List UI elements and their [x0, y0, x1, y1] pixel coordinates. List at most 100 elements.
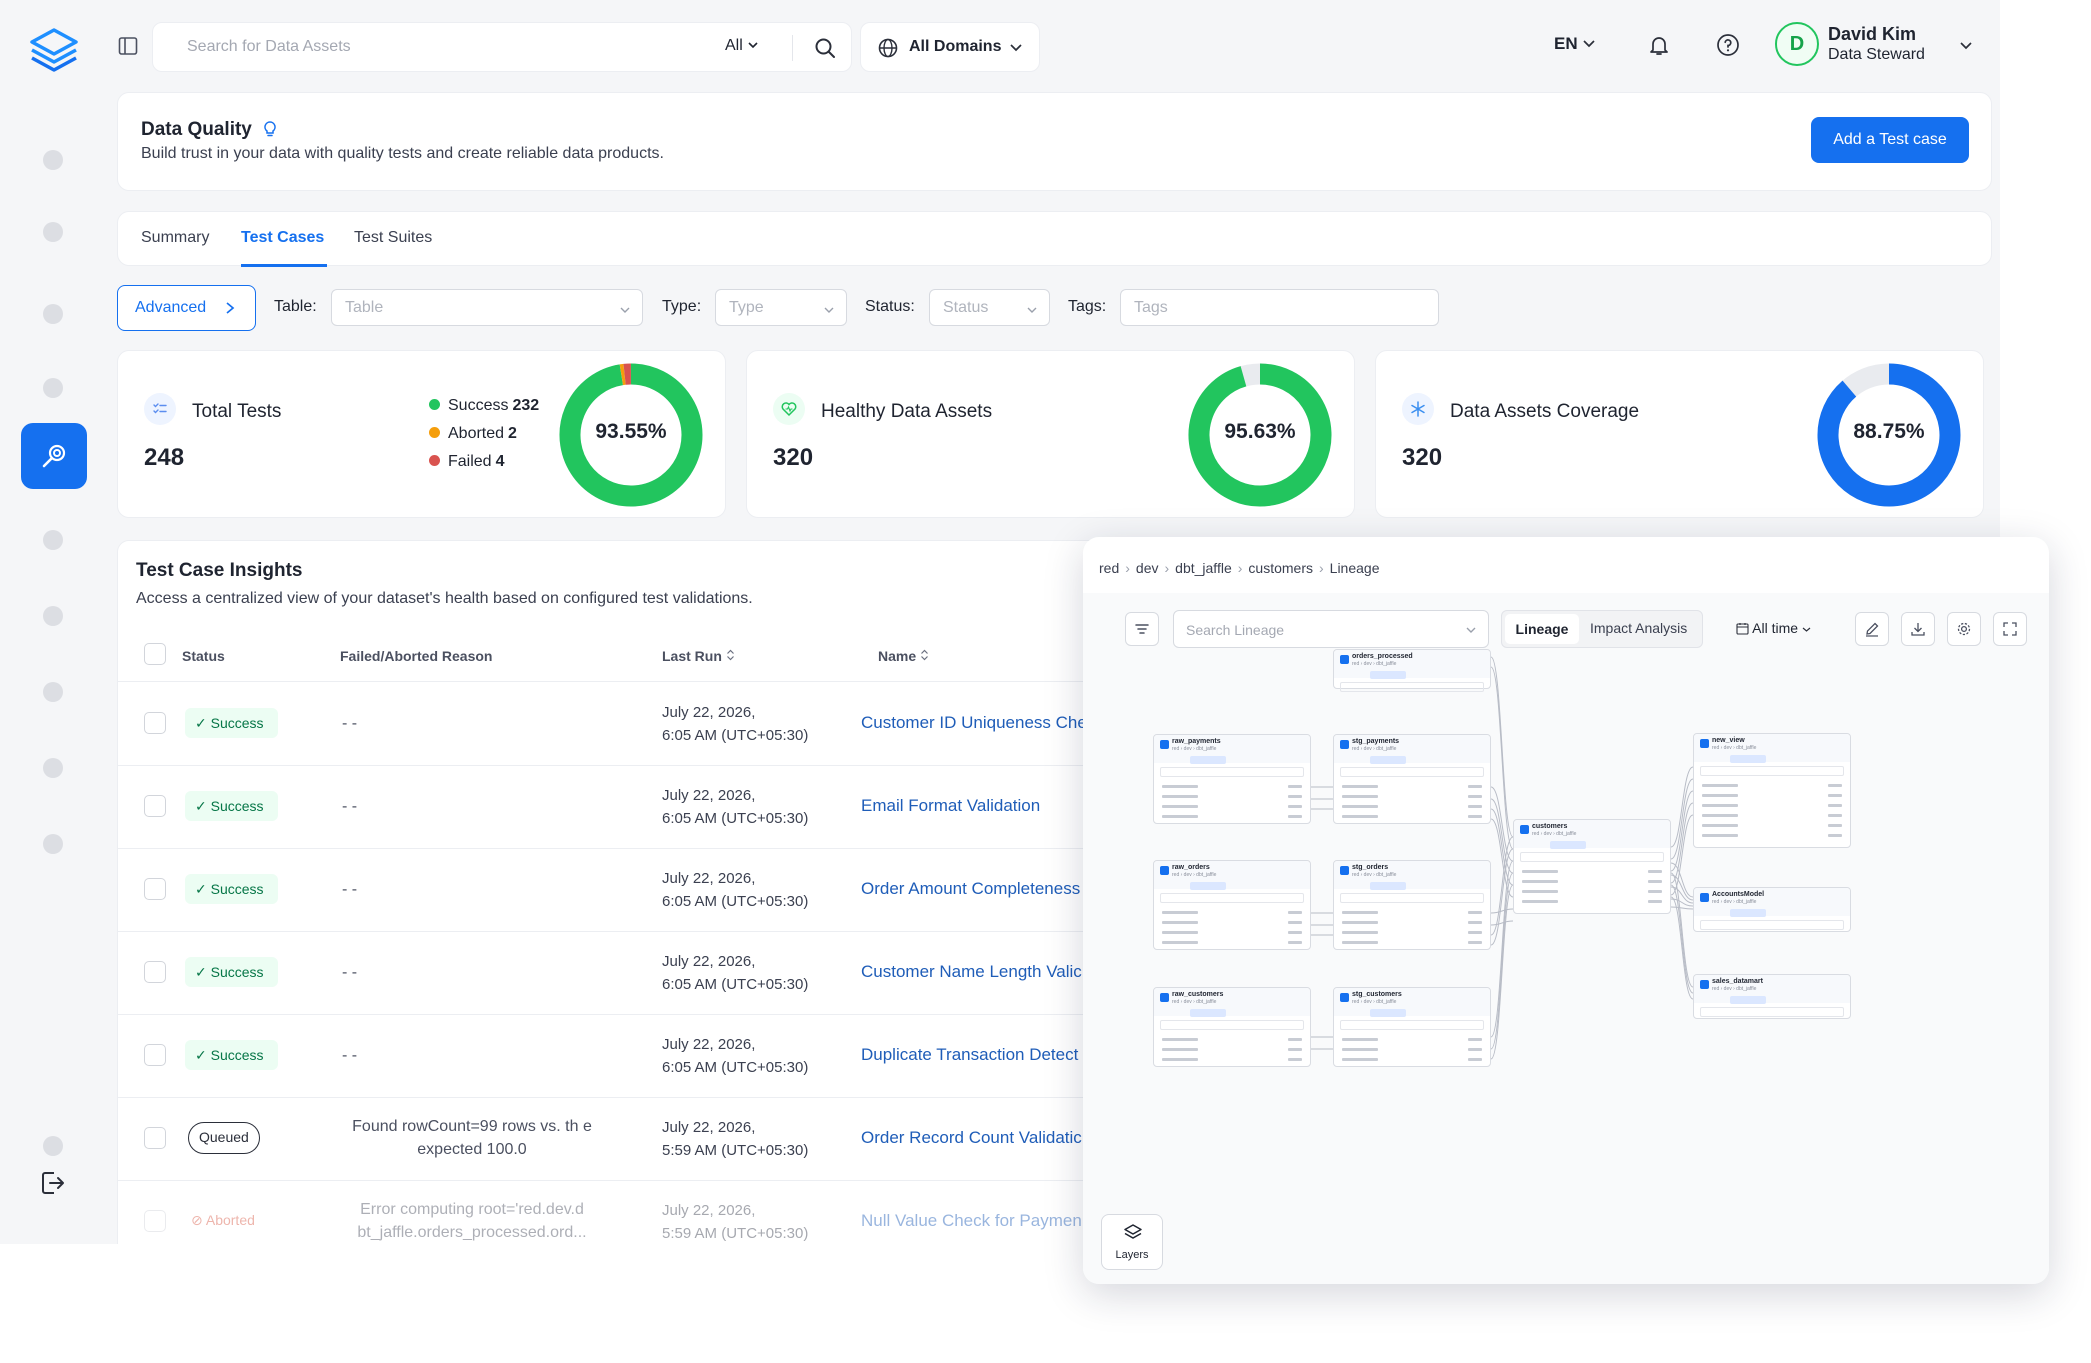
- nav-item-domains[interactable]: [43, 606, 63, 626]
- nav-item-observability[interactable]: [43, 304, 63, 324]
- logout-icon[interactable]: [37, 1168, 67, 1198]
- nav-item-insights[interactable]: [43, 378, 63, 398]
- lineage-node[interactable]: new_view red › dev › dbt_jaffle: [1693, 733, 1851, 848]
- table-filter-select[interactable]: Table: [331, 289, 643, 326]
- nav-item-glossary[interactable]: [43, 758, 63, 778]
- column-row: [1342, 795, 1482, 798]
- sidebar-toggle-icon[interactable]: [118, 36, 138, 56]
- table-row[interactable]: ✓ Success - - July 22, 2026, 6:05 AM (UTC…: [118, 1015, 1246, 1098]
- global-search[interactable]: Search for Data Assets All: [152, 22, 852, 72]
- column-name[interactable]: Name: [878, 648, 929, 664]
- column-last-run[interactable]: Last Run: [662, 648, 735, 664]
- table-row[interactable]: ✓ Success - - July 22, 2026, 6:05 AM (UTC…: [118, 683, 1246, 766]
- failure-reason: - -: [342, 964, 358, 981]
- row-checkbox[interactable]: [144, 1210, 166, 1232]
- lineage-node[interactable]: sales_datamart red › dev › dbt_jaffle: [1693, 974, 1851, 1019]
- test-name-link[interactable]: Customer Name Length Valic: [861, 962, 1082, 982]
- tab-test-suites[interactable]: Test Suites: [354, 229, 432, 247]
- type-placeholder: Type: [729, 299, 764, 316]
- layers-button[interactable]: Layers: [1101, 1214, 1163, 1270]
- table-icon: [1160, 866, 1169, 875]
- lineage-node[interactable]: raw_customers red › dev › dbt_jaffle: [1153, 987, 1311, 1067]
- nav-item-settings[interactable]: [43, 1136, 63, 1156]
- row-checkbox[interactable]: [144, 795, 166, 817]
- row-checkbox[interactable]: [144, 712, 166, 734]
- node-search[interactable]: [1340, 1020, 1484, 1030]
- lineage-node[interactable]: stg_payments red › dev › dbt_jaffle: [1333, 734, 1491, 824]
- node-search[interactable]: [1700, 920, 1844, 930]
- test-name-link[interactable]: Email Format Validation: [861, 796, 1040, 816]
- row-checkbox[interactable]: [144, 1127, 166, 1149]
- status-text: Success: [210, 798, 264, 814]
- node-search[interactable]: [1700, 1007, 1844, 1017]
- select-all-checkbox[interactable]: [144, 643, 166, 665]
- row-checkbox[interactable]: [144, 878, 166, 900]
- add-test-case-button[interactable]: Add a Test case: [1811, 117, 1969, 163]
- node-search[interactable]: [1700, 766, 1844, 776]
- lineage-node[interactable]: customers red › dev › dbt_jaffle: [1513, 819, 1671, 914]
- domains-label: All Domains: [909, 38, 1002, 55]
- lightbulb-icon[interactable]: [261, 120, 279, 138]
- advanced-filter-button[interactable]: Advanced: [117, 285, 256, 331]
- search-input[interactable]: Search for Data Assets: [187, 38, 351, 56]
- tags-placeholder: Tags: [1134, 299, 1168, 316]
- node-search[interactable]: [1520, 852, 1664, 862]
- lineage-node[interactable]: AccountsModel red › dev › dbt_jaffle: [1693, 887, 1851, 932]
- table-icon: [1340, 866, 1349, 875]
- nav-item-lineage[interactable]: [43, 222, 63, 242]
- test-name-link[interactable]: Customer ID Uniqueness Che: [861, 713, 1087, 733]
- node-search[interactable]: [1160, 1020, 1304, 1030]
- nav-item-governance[interactable]: [43, 682, 63, 702]
- column-row: [1342, 1058, 1482, 1061]
- lineage-node[interactable]: raw_payments red › dev › dbt_jaffle: [1153, 734, 1311, 824]
- column-reason[interactable]: Failed/Aborted Reason: [340, 648, 492, 664]
- nav-item-incidents[interactable]: [43, 530, 63, 550]
- nav-item-tags[interactable]: [43, 834, 63, 854]
- lineage-node[interactable]: stg_customers red › dev › dbt_jaffle: [1333, 987, 1491, 1067]
- avatar[interactable]: D: [1775, 22, 1819, 66]
- type-filter-label: Type:: [662, 298, 702, 315]
- domains-dropdown[interactable]: All Domains: [860, 22, 1040, 72]
- last-run: July 22, 2026, 5:59 AM (UTC+05:30): [662, 1199, 808, 1244]
- advanced-label: Advanced: [135, 299, 207, 316]
- nav-item-explore[interactable]: [43, 150, 63, 170]
- test-name-link[interactable]: Null Value Check for Paymen: [861, 1211, 1082, 1231]
- row-checkbox[interactable]: [144, 1044, 166, 1066]
- chevron-down-icon[interactable]: [1958, 38, 1974, 54]
- tags-filter-input[interactable]: Tags: [1120, 289, 1439, 326]
- test-name-link[interactable]: Order Amount Completeness: [861, 879, 1080, 899]
- search-scope-dropdown[interactable]: All: [725, 37, 759, 55]
- table-row[interactable]: ✓ Success - - July 22, 2026, 6:05 AM (UTC…: [118, 849, 1246, 932]
- tab-summary[interactable]: Summary: [141, 229, 209, 247]
- table-row[interactable]: ✓ Success - - July 22, 2026, 6:05 AM (UTC…: [118, 766, 1246, 849]
- search-icon[interactable]: [813, 36, 837, 60]
- node-search[interactable]: [1340, 893, 1484, 903]
- row-checkbox[interactable]: [144, 961, 166, 983]
- table-row[interactable]: Queued Found rowCount=99 rows vs. th e e…: [118, 1098, 1246, 1181]
- type-filter-select[interactable]: Type: [715, 289, 847, 326]
- lineage-node[interactable]: stg_orders red › dev › dbt_jaffle: [1333, 860, 1491, 950]
- lineage-node[interactable]: raw_orders red › dev › dbt_jaffle: [1153, 860, 1311, 950]
- nav-item-data-quality[interactable]: [21, 423, 87, 489]
- test-name-link[interactable]: Duplicate Transaction Detect: [861, 1045, 1078, 1065]
- column-status[interactable]: Status: [182, 648, 225, 664]
- test-name-link[interactable]: Order Record Count Validatic: [861, 1128, 1082, 1148]
- node-search[interactable]: [1160, 893, 1304, 903]
- legend-dot: [429, 427, 440, 438]
- node-search[interactable]: [1340, 682, 1484, 692]
- status-filter-select[interactable]: Status: [929, 289, 1050, 326]
- column-row: [1522, 870, 1662, 873]
- lineage-node[interactable]: orders_processed red › dev › dbt_jaffle: [1333, 649, 1491, 692]
- bell-icon[interactable]: [1647, 33, 1671, 57]
- app-logo[interactable]: [26, 24, 82, 80]
- table-row[interactable]: ✓ Success - - July 22, 2026, 6:05 AM (UTC…: [118, 932, 1246, 1015]
- column-row: [1342, 1038, 1482, 1041]
- tab-test-cases[interactable]: Test Cases: [241, 229, 324, 247]
- language-selector[interactable]: EN: [1554, 34, 1596, 54]
- column-row: [1162, 941, 1302, 944]
- failure-reason: - -: [342, 798, 358, 815]
- help-icon[interactable]: [1716, 33, 1740, 57]
- table-row[interactable]: ⊘ Aborted Error computing root='red.dev.…: [118, 1181, 1246, 1244]
- node-search[interactable]: [1160, 767, 1304, 777]
- node-search[interactable]: [1340, 767, 1484, 777]
